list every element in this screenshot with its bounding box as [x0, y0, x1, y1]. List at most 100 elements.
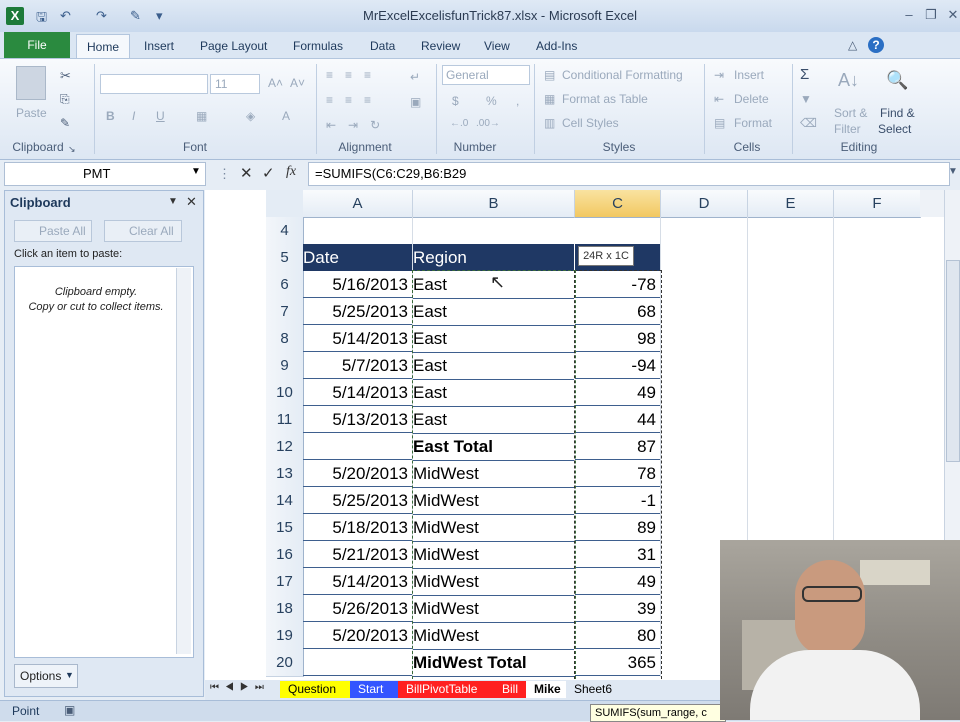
number-format-combo[interactable]: General — [446, 68, 489, 82]
cell-date[interactable]: 5/20/2013 — [303, 460, 412, 487]
customize-qat-icon[interactable]: ▾ — [156, 8, 163, 24]
row-header[interactable]: 14 — [266, 487, 304, 515]
tab-review[interactable]: Review — [411, 35, 470, 57]
insert-function-icon[interactable]: fx — [286, 164, 296, 180]
column-header-e[interactable]: E — [748, 190, 834, 218]
cell-date[interactable]: 5/26/2013 — [303, 595, 412, 622]
cell-header-region[interactable]: Region — [413, 244, 574, 271]
format-as-table-icon[interactable]: ▦ — [544, 92, 555, 106]
percent-icon[interactable]: % — [486, 94, 497, 108]
help-icon[interactable]: ? — [868, 37, 884, 53]
name-box[interactable]: PMT ▼ — [4, 162, 206, 186]
clipboard-scrollbar[interactable] — [176, 268, 191, 654]
tab-file[interactable]: File — [4, 32, 70, 58]
row-header[interactable]: 8 — [266, 325, 304, 353]
confirm-entry-icon[interactable]: ✓ — [262, 164, 275, 182]
options-button[interactable]: Options ▼ — [14, 664, 78, 688]
column-header-f[interactable]: F — [834, 190, 921, 218]
format-button[interactable]: Format — [734, 116, 772, 130]
find-select-icon[interactable]: 🔍 — [886, 70, 908, 91]
wrap-text-icon[interactable]: ↵ — [410, 70, 420, 84]
italic-icon[interactable]: I — [132, 109, 135, 123]
minimize-ribbon-icon[interactable]: △ — [848, 38, 857, 52]
conditional-formatting-button[interactable]: Conditional Formatting — [562, 68, 683, 82]
clipboard-item-list[interactable] — [14, 266, 194, 658]
format-cells-icon[interactable]: ▤ — [714, 116, 725, 130]
row-header[interactable]: 9 — [266, 352, 304, 380]
close-icon[interactable]: ✕ — [942, 6, 960, 24]
bold-icon[interactable]: B — [106, 109, 115, 123]
sort-filter-label-2[interactable]: Filter — [834, 122, 861, 136]
close-pane-icon[interactable]: ✕ — [186, 194, 197, 210]
paste-all-button[interactable]: Paste All — [14, 220, 92, 242]
cell-date[interactable]: 5/14/2013 — [303, 568, 412, 595]
restore-icon[interactable]: ❐ — [920, 6, 942, 24]
row-header[interactable]: 10 — [266, 379, 304, 407]
copy-icon[interactable]: ⎘ — [60, 92, 70, 107]
fill-icon[interactable]: ▼ — [800, 92, 812, 106]
row-header[interactable]: 6 — [266, 271, 304, 299]
decrease-decimal-icon[interactable]: .00→ — [476, 118, 500, 129]
row-header[interactable]: 17 — [266, 568, 304, 596]
vertical-scroll-thumb[interactable] — [946, 260, 960, 462]
row-header[interactable]: 18 — [266, 595, 304, 623]
sheet-tab-sheet6[interactable]: Sheet6 — [566, 681, 624, 698]
sheet-nav-icons[interactable]: ⏮◀▶⏭ — [210, 682, 270, 693]
format-painter-icon[interactable]: ✎ — [60, 116, 70, 130]
vertical-align-icons[interactable]: ≡≡≡ — [326, 68, 383, 82]
row-header[interactable]: 16 — [266, 541, 304, 569]
tab-view[interactable]: View — [474, 35, 520, 57]
row-header[interactable]: 13 — [266, 460, 304, 488]
cell-date[interactable]: 5/7/2013 — [303, 352, 412, 379]
clipboard-launcher-icon[interactable]: ↘ — [68, 144, 76, 155]
pane-options-icon[interactable]: ▼ — [168, 196, 178, 207]
conditional-formatting-icon[interactable]: ▤ — [544, 68, 555, 82]
borders-icon[interactable]: ▦ — [196, 109, 207, 123]
horizontal-align-icons[interactable]: ≡≡≡ — [326, 93, 383, 107]
row-header[interactable]: 12 — [266, 433, 304, 461]
indent-icons[interactable]: ⇤⇥↻ — [326, 118, 392, 132]
font-name-combo[interactable] — [100, 74, 208, 94]
row-header[interactable]: 4 — [266, 217, 304, 245]
column-header-d[interactable]: D — [661, 190, 748, 218]
cell-date[interactable]: 5/21/2013 — [303, 541, 412, 568]
sheet-tab-start[interactable]: Start — [350, 681, 398, 698]
cell-date[interactable]: 5/20/2013 — [303, 622, 412, 649]
sheet-tab-bill[interactable]: Bill — [494, 681, 526, 698]
cell-date[interactable]: 5/16/2013 — [303, 271, 412, 298]
row-header[interactable]: 11 — [266, 406, 304, 434]
name-box-dropdown-icon[interactable]: ▼ — [191, 166, 201, 177]
tab-page-layout[interactable]: Page Layout — [190, 35, 277, 57]
tab-insert[interactable]: Insert — [134, 35, 184, 57]
increase-decimal-icon[interactable]: ←.0 — [450, 118, 468, 129]
sheet-tab-question[interactable]: Question — [280, 681, 350, 698]
delete-cells-icon[interactable]: ⇤ — [714, 92, 724, 106]
delete-button[interactable]: Delete — [734, 92, 769, 106]
tab-formulas[interactable]: Formulas — [283, 35, 353, 57]
formula-input[interactable]: =SUMIFS(C6:C29,B6:B29 — [308, 162, 950, 186]
underline-icon[interactable]: U — [156, 109, 165, 123]
clear-all-button[interactable]: Clear All — [104, 220, 182, 242]
font-size-combo[interactable]: 11 — [210, 74, 260, 94]
shrink-font-icon[interactable]: A˅ — [290, 76, 305, 90]
font-color-icon[interactable]: A — [282, 109, 290, 123]
column-header-c[interactable]: C — [575, 190, 661, 218]
row-header[interactable]: 5 — [266, 244, 304, 272]
find-select-label-2[interactable]: Select — [878, 122, 911, 136]
clear-icon[interactable]: ⌫ — [800, 116, 817, 130]
save-icon[interactable]: 🖫 — [36, 8, 47, 24]
sheet-tab-billpivottable[interactable]: BillPivotTable — [398, 681, 494, 698]
fill-color-icon[interactable]: ◈ — [246, 109, 255, 123]
comma-icon[interactable]: , — [516, 94, 519, 108]
cell-date[interactable]: 5/14/2013 — [303, 379, 412, 406]
find-select-label-1[interactable]: Find & — [880, 106, 915, 120]
cell-date[interactable] — [303, 649, 412, 676]
sort-filter-label-1[interactable]: Sort & — [834, 106, 867, 120]
row-header[interactable]: 19 — [266, 622, 304, 650]
column-header-b[interactable]: B — [413, 190, 575, 218]
paste-button[interactable]: Paste — [16, 106, 47, 120]
paste-icon[interactable] — [16, 66, 46, 100]
autosum-icon[interactable]: Σ — [800, 66, 809, 83]
format-painter-qa-icon[interactable]: ✎ — [130, 8, 141, 24]
currency-icon[interactable]: $ — [452, 94, 459, 108]
